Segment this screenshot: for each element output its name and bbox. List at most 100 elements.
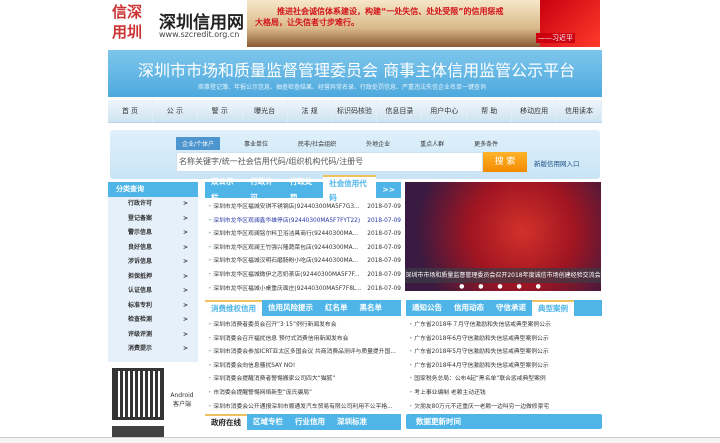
nav-item[interactable]: 标识码核验 <box>333 100 378 122</box>
list-item[interactable]: 深圳市龙华区观澜王竹强兴隆蔬菜包店(92440300MA... 2018-07-0… <box>205 242 401 256</box>
nav-item[interactable]: 信息目录 <box>377 100 423 122</box>
tab[interactable]: 红名单 <box>319 300 354 316</box>
sidebar-item[interactable]: 警示信息 > <box>108 226 198 241</box>
chevron-right-icon: > <box>182 301 188 309</box>
sidebar-item-label: 登记备案 <box>128 214 153 222</box>
carousel-dots[interactable]: ● ● ● ● ● <box>405 283 601 290</box>
list-item-text[interactable]: 广东省2018年6月守信激励和失信惩戒典型案例公示 <box>409 333 548 347</box>
list-item-text[interactable]: 深圳市消委会公开通报深圳市顺通发汽车贸易有限公司利用不公平格... <box>208 401 392 415</box>
nav-item[interactable]: 公 示 <box>153 100 198 122</box>
site-logo[interactable]: 信深用圳 深圳信用网 www.szcredit.org.cn <box>112 2 247 46</box>
chevron-right-icon: > <box>182 316 188 323</box>
list-item-text[interactable]: 广东省2018年4月守信激励和失信惩戒典型案例公示 <box>409 360 548 374</box>
sidebar-item[interactable]: 登记备案 > <box>108 212 198 227</box>
sidebar-item[interactable]: 担保抵押 > <box>108 270 198 285</box>
sidebar-item[interactable]: 良好信息 > <box>108 241 198 256</box>
search-tab[interactable]: 事业单位 <box>238 137 274 150</box>
list-item[interactable]: 深圳市龙华区观澜鑫华雄停店(92440300MA5F7FYT22) 2018-07… <box>205 215 401 229</box>
sidebar-item[interactable]: 评级评测 > <box>108 328 198 343</box>
search-tab[interactable]: 企业/个体户 <box>176 137 221 150</box>
sidebar-item[interactable]: 涉诉信息 > <box>108 255 198 270</box>
list-item[interactable]: 深圳消委会提醒消费者警惕搬家公司四大“猫腻” <box>205 373 401 387</box>
consumer-panel: 消费维权信用信用风险提示红名单黑名单 深圳市消费者委员会召开“3·15”例行新闻… <box>205 300 401 414</box>
list-item-text[interactable]: 考上事业编制 老赖主动还钱 <box>409 387 485 401</box>
tab[interactable]: 信用风险提示 <box>262 300 319 316</box>
tab[interactable]: 典型案例 <box>532 300 574 316</box>
list-item-text[interactable]: 深圳消委会向信息骚扰SAY NO! <box>208 360 295 374</box>
list-item[interactable]: 考上事业编制 老赖主动还钱 <box>406 387 602 401</box>
list-item[interactable]: 广东省2018年７月守信激励和失信惩戒典型案例公示 <box>406 319 602 333</box>
list-item[interactable]: 深圳市龙华区福城微伊之恋奶茶店(92440300MA5F7F... 2018-07… <box>205 269 401 283</box>
list-item[interactable]: 深圳市龙华区福城汉明石磨肠粉小吃店(92440300MA... 2018-07-0… <box>205 255 401 269</box>
tab[interactable]: 政府在线 <box>205 414 247 430</box>
tab[interactable]: 消费维权信用 <box>205 300 262 316</box>
list-item[interactable]: 国家税务总局：公布4起“黑名单”联合惩戒典型案例 <box>406 373 602 387</box>
tab[interactable]: 深圳标准 <box>331 414 373 430</box>
search-tab[interactable]: 更多条件 <box>468 137 504 150</box>
list-item-text[interactable]: 市消委会提醒警惕网络新型“庞氏骗局” <box>208 387 312 401</box>
list-item-date: 2018-07-09 <box>367 271 401 278</box>
list-item[interactable]: 广东省2018年4月守信激励和失信惩戒典型案例公示 <box>406 360 602 374</box>
nav-item[interactable]: 首 页 <box>108 100 153 122</box>
qr-code-android[interactable] <box>112 368 164 420</box>
list-item-text[interactable]: 欠朋友80万元不还重庆一老赖一边叫穷一边做修豪宅 <box>409 401 549 415</box>
list-item[interactable]: 深圳市龙华区福城安琪不锈钢店(92440300MA5F7G3... 2018-07… <box>205 201 401 215</box>
list-item[interactable]: 深圳消委会向信息骚扰SAY NO! <box>205 360 401 374</box>
tab[interactable]: 通知公告 <box>406 300 448 316</box>
consumer-tabs: 消费维权信用 信用风险提示 红名单 黑名单 <box>205 300 401 316</box>
list-item-text[interactable]: 广东省2018年5月守信激励和失信惩戒典型案例公示 <box>409 346 548 360</box>
gov-panel: 政府在线 区域专栏 行业信用 深圳标准 <box>205 414 401 430</box>
search-tab[interactable]: 重点人群 <box>414 137 450 150</box>
list-item-text[interactable]: 深圳市消费者委员会召开“3·15”例行新闻发布会 <box>208 319 336 333</box>
tab[interactable]: 行业信用 <box>289 414 331 430</box>
tab[interactable]: 黑名单 <box>354 300 389 316</box>
search-input[interactable]: 名称关键字/统一社会信用代码/组织机构代码/注册号 <box>176 152 483 172</box>
list-item[interactable]: 市消委会提醒警惕网络新型“庞氏骗局” <box>205 387 401 401</box>
nav-item[interactable]: 曝光台 <box>243 100 288 122</box>
sidebar-item[interactable]: 行政许可 > <box>108 197 198 212</box>
search-tab[interactable]: 外地企业 <box>360 137 396 150</box>
nav-item[interactable]: 用户中心 <box>422 100 468 122</box>
tab[interactable]: >> <box>376 182 401 198</box>
new-site-link[interactable]: 新版信用网入口 <box>534 158 580 168</box>
list-item-text[interactable]: 深圳市龙华区福城微伊之恋奶茶店(92440300MA5F7F... <box>208 269 359 283</box>
search-tab[interactable]: 民非/社会组织 <box>292 137 342 150</box>
nav-item[interactable]: 移动应用 <box>512 100 558 122</box>
list-item[interactable]: 广东省2018年5月守信激励和失信惩戒典型案例公示 <box>406 346 602 360</box>
list-item-text[interactable]: 深圳市龙华区观澜铭尔料卫浴洁具商行(92440300MA... <box>208 228 358 242</box>
list-item[interactable]: 深圳市消委会公开通报深圳市顺通发汽车贸易有限公司利用不公平格... <box>205 401 401 415</box>
tab[interactable]: 守信承诺 <box>490 300 532 316</box>
list-item-text[interactable]: 广东省2018年７月守信激励和失信惩戒典型案例公示 <box>409 319 551 333</box>
news-carousel[interactable]: 深圳市市场和质量监督管理委员会召开2018年度诚信市场创建经验交流会 ● ● ●… <box>405 182 601 291</box>
list-item[interactable]: 深圳市消费者委员会召开“3·15”例行新闻发布会 <box>205 319 401 333</box>
sidebar-item[interactable]: 消费提示 > <box>108 342 198 357</box>
list-item-text[interactable]: 深圳市消委会参加ICRT亚太区多国会议 共商消费品测评与质量提升国... <box>208 346 396 360</box>
list-item-text[interactable]: 深圳消委会召开福扰信息 预付式消费信用新闻发布会 <box>208 333 348 347</box>
list-item[interactable]: 深圳市龙华区观澜铭尔料卫浴洁具商行(92440300MA... 2018-07-0… <box>205 228 401 242</box>
list-item-text[interactable]: 深圳市龙华区福城安琪不锈钢店(92440300MA5F7G3... <box>208 201 359 215</box>
publicity-tabs: 双公示栏 行政许可 行政处罚 社会信用代码 >> <box>205 175 401 205</box>
list-item-text[interactable]: 深圳消委会提醒消费者警惕搬家公司四大“猫腻” <box>208 373 335 387</box>
list-item[interactable]: 欠朋友80万元不还重庆一老赖一边叫穷一边做修豪宅 <box>406 401 602 415</box>
tab[interactable]: 区域专栏 <box>247 414 289 430</box>
sidebar-item[interactable]: 认证信息 > <box>108 284 198 299</box>
tab[interactable]: 信用动态 <box>448 300 490 316</box>
list-item[interactable]: 广东省2018年6月守信激励和失信惩戒典型案例公示 <box>406 333 602 347</box>
list-item-text[interactable]: 深圳市龙华区福城汉明石磨肠粉小吃店(92440300MA... <box>208 255 358 269</box>
list-item-text[interactable]: 深圳市龙华区观澜王竹强兴隆蔬菜包店(92440300MA... <box>208 242 358 256</box>
sidebar-item[interactable]: 标准专利 > <box>108 299 198 314</box>
list-item-text[interactable]: 深圳市龙华区观澜鑫华雄停店(92440300MA5F7FYT22) <box>208 215 360 229</box>
nav-item[interactable]: 警 示 <box>198 100 243 122</box>
qr-code-image <box>112 368 164 420</box>
list-item-text[interactable]: 深圳市龙华区福城小桌重庆面庄(92440300MA5F7F8L... <box>208 283 361 297</box>
top-banner[interactable]: 推进社会诚信体系建设，构建“一处失信、处处受限”的信用惩戒 大格局，让失信者寸步… <box>247 0 600 47</box>
nav-item[interactable]: 信用读本 <box>557 100 602 122</box>
list-item-text[interactable]: 国家税务总局：公布4起“黑名单”联合惩戒典型案例 <box>409 373 545 387</box>
nav-item[interactable]: 帮 助 <box>467 100 513 122</box>
nav-item[interactable]: 法 规 <box>288 100 333 122</box>
search-button[interactable]: 搜 索 <box>483 152 527 172</box>
list-item[interactable]: 深圳消委会召开福扰信息 预付式消费信用新闻发布会 <box>205 333 401 347</box>
list-item[interactable]: 深圳市消委会参加ICRT亚太区多国会议 共商消费品测评与质量提升国... <box>205 346 401 360</box>
sidebar-item[interactable]: 检查检测 > <box>108 313 198 328</box>
list-item[interactable]: 深圳市龙华区福城小桌重庆面庄(92440300MA5F7F8L... 2018-0… <box>205 283 401 297</box>
